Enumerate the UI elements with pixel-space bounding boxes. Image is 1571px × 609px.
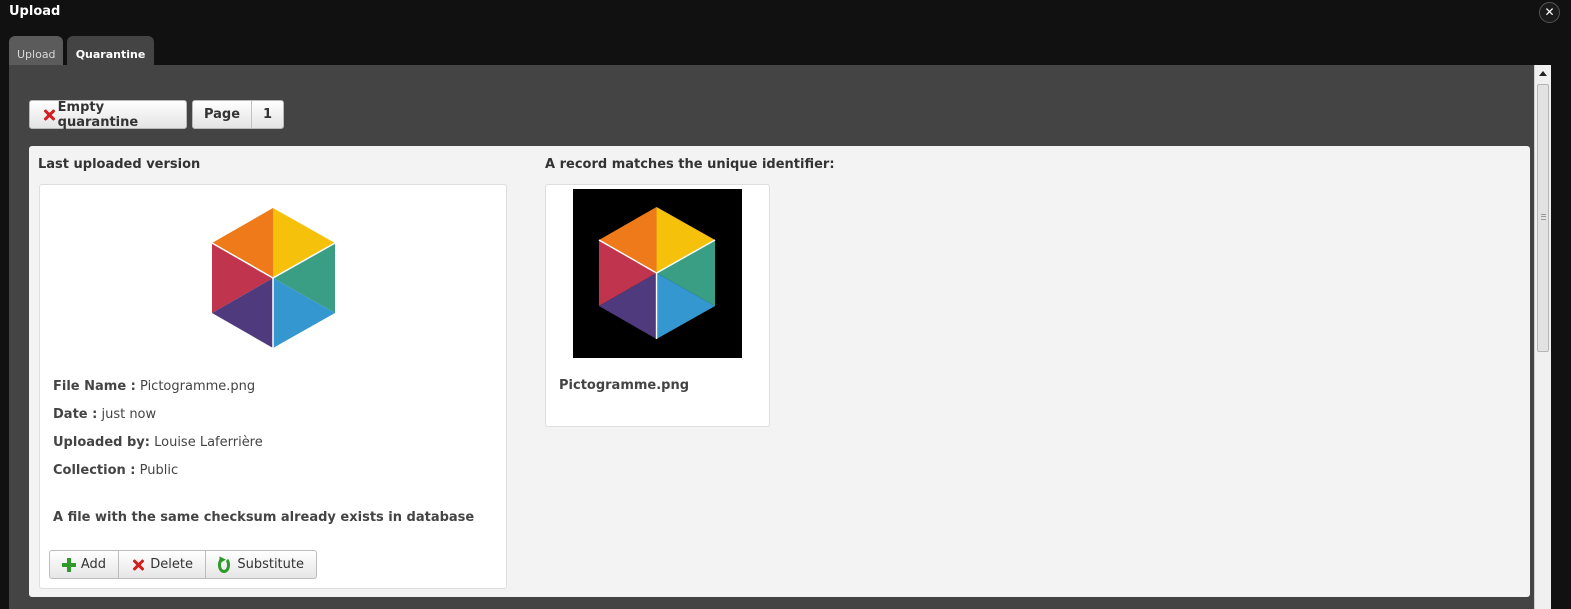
scroll-up-icon[interactable] [1539,71,1547,76]
file-preview-cube [211,208,336,348]
record-thumbnail[interactable] [573,189,742,358]
uploaded-by-label: Uploaded by: [53,435,150,450]
record-match-heading: A record matches the unique identifier: [545,157,835,172]
collection-label: Collection : [53,463,136,478]
uploaded-file-card: File Name : Pictogramme.png Date : just … [39,184,507,589]
tab-upload[interactable]: Upload [9,36,63,65]
delete-x-icon [131,558,144,572]
collection-row: Collection : Public [53,463,178,478]
uploaded-by-value: Louise Laferrière [154,435,263,450]
checksum-warning: A file with the same checksum already ex… [53,510,475,525]
delete-button[interactable]: Delete [119,550,206,579]
record-file-name: Pictogramme.png [559,378,690,393]
delete-x-icon [42,108,56,122]
substitute-button[interactable]: Substitute [206,550,317,579]
refresh-icon [218,556,231,573]
matching-record-card[interactable]: Pictogramme.png [545,184,770,427]
date-label: Date : [53,407,98,422]
action-button-group: Add Delete Substitute [49,550,317,579]
date-value: just now [101,407,157,422]
grip-icon [1541,214,1546,220]
window-title: Upload [9,4,61,19]
empty-quarantine-button[interactable]: Empty quarantine [29,99,187,130]
date-row: Date : just now [53,407,156,422]
collection-value: Public [139,463,179,478]
file-name-label: File Name : [53,379,136,394]
uploaded-by-row: Uploaded by: Louise Laferrière [53,435,263,450]
add-label: Add [80,557,106,572]
record-preview-cube [598,206,716,340]
page-number-button[interactable]: 1 [252,107,283,122]
window-titlebar: Upload ✕ [0,0,1571,28]
pagination: Page 1 [192,100,284,129]
add-button[interactable]: Add [49,550,119,579]
plus-icon [62,557,76,572]
delete-label: Delete [150,557,193,572]
last-uploaded-heading: Last uploaded version [38,157,201,172]
quarantine-content: Last uploaded version A record matches t… [29,146,1530,597]
vertical-scrollbar[interactable] [1534,65,1551,609]
file-name-row: File Name : Pictogramme.png [53,379,255,394]
page-label: Page [193,101,252,128]
close-icon[interactable]: ✕ [1539,2,1560,23]
empty-quarantine-label: Empty quarantine [57,99,139,130]
tab-quarantine[interactable]: Quarantine [67,36,154,65]
scroll-thumb[interactable] [1537,84,1549,352]
substitute-label: Substitute [237,557,304,572]
file-name-value: Pictogramme.png [140,379,256,394]
